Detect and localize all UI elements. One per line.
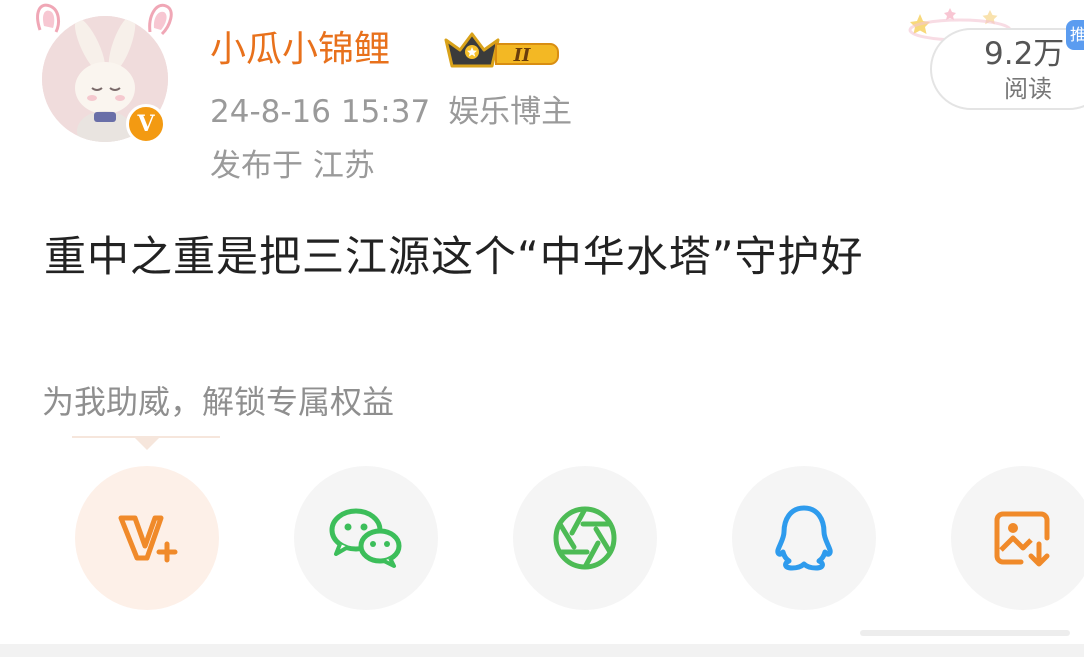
verified-badge-letter: V [137,110,155,137]
share-wechat-button[interactable] [294,466,438,610]
post-timestamp: 24-8-16 15:37 [210,94,431,130]
vip-support-icon [118,515,178,563]
save-image-icon [994,511,1050,567]
watermark [860,630,1070,636]
save-image-button[interactable] [951,466,1084,610]
read-count: 9.2万 [984,36,1065,72]
share-qq-button[interactable] [732,466,876,610]
read-count-label: 阅读 [1004,75,1052,103]
qq-icon [775,505,833,571]
verified-badge: V [126,104,166,144]
member-level: II [513,45,531,66]
wechat-icon [329,508,402,568]
vip-support-button[interactable] [75,466,219,610]
pin-tab[interactable]: 推 [1066,20,1084,50]
author-role: 娱乐博主 [448,94,573,130]
read-count-pill: 9.2万 阅读 [930,28,1084,110]
post-content: 重中之重是把三江源这个“中华水塔”守护好 [44,232,864,281]
support-prompt[interactable]: 为我助威，解锁专属权益 [42,382,394,422]
tooltip-arrow [133,436,161,450]
member-crown-icon: II [444,32,559,68]
post-location: 发布于 江苏 [210,148,375,184]
moments-icon [553,506,617,570]
post-meta: 24-8-16 15:37 娱乐博主 [210,92,572,132]
username[interactable]: 小瓜小锦鲤 [210,28,390,72]
share-moments-button[interactable] [513,466,657,610]
bottom-bar [0,644,1084,657]
